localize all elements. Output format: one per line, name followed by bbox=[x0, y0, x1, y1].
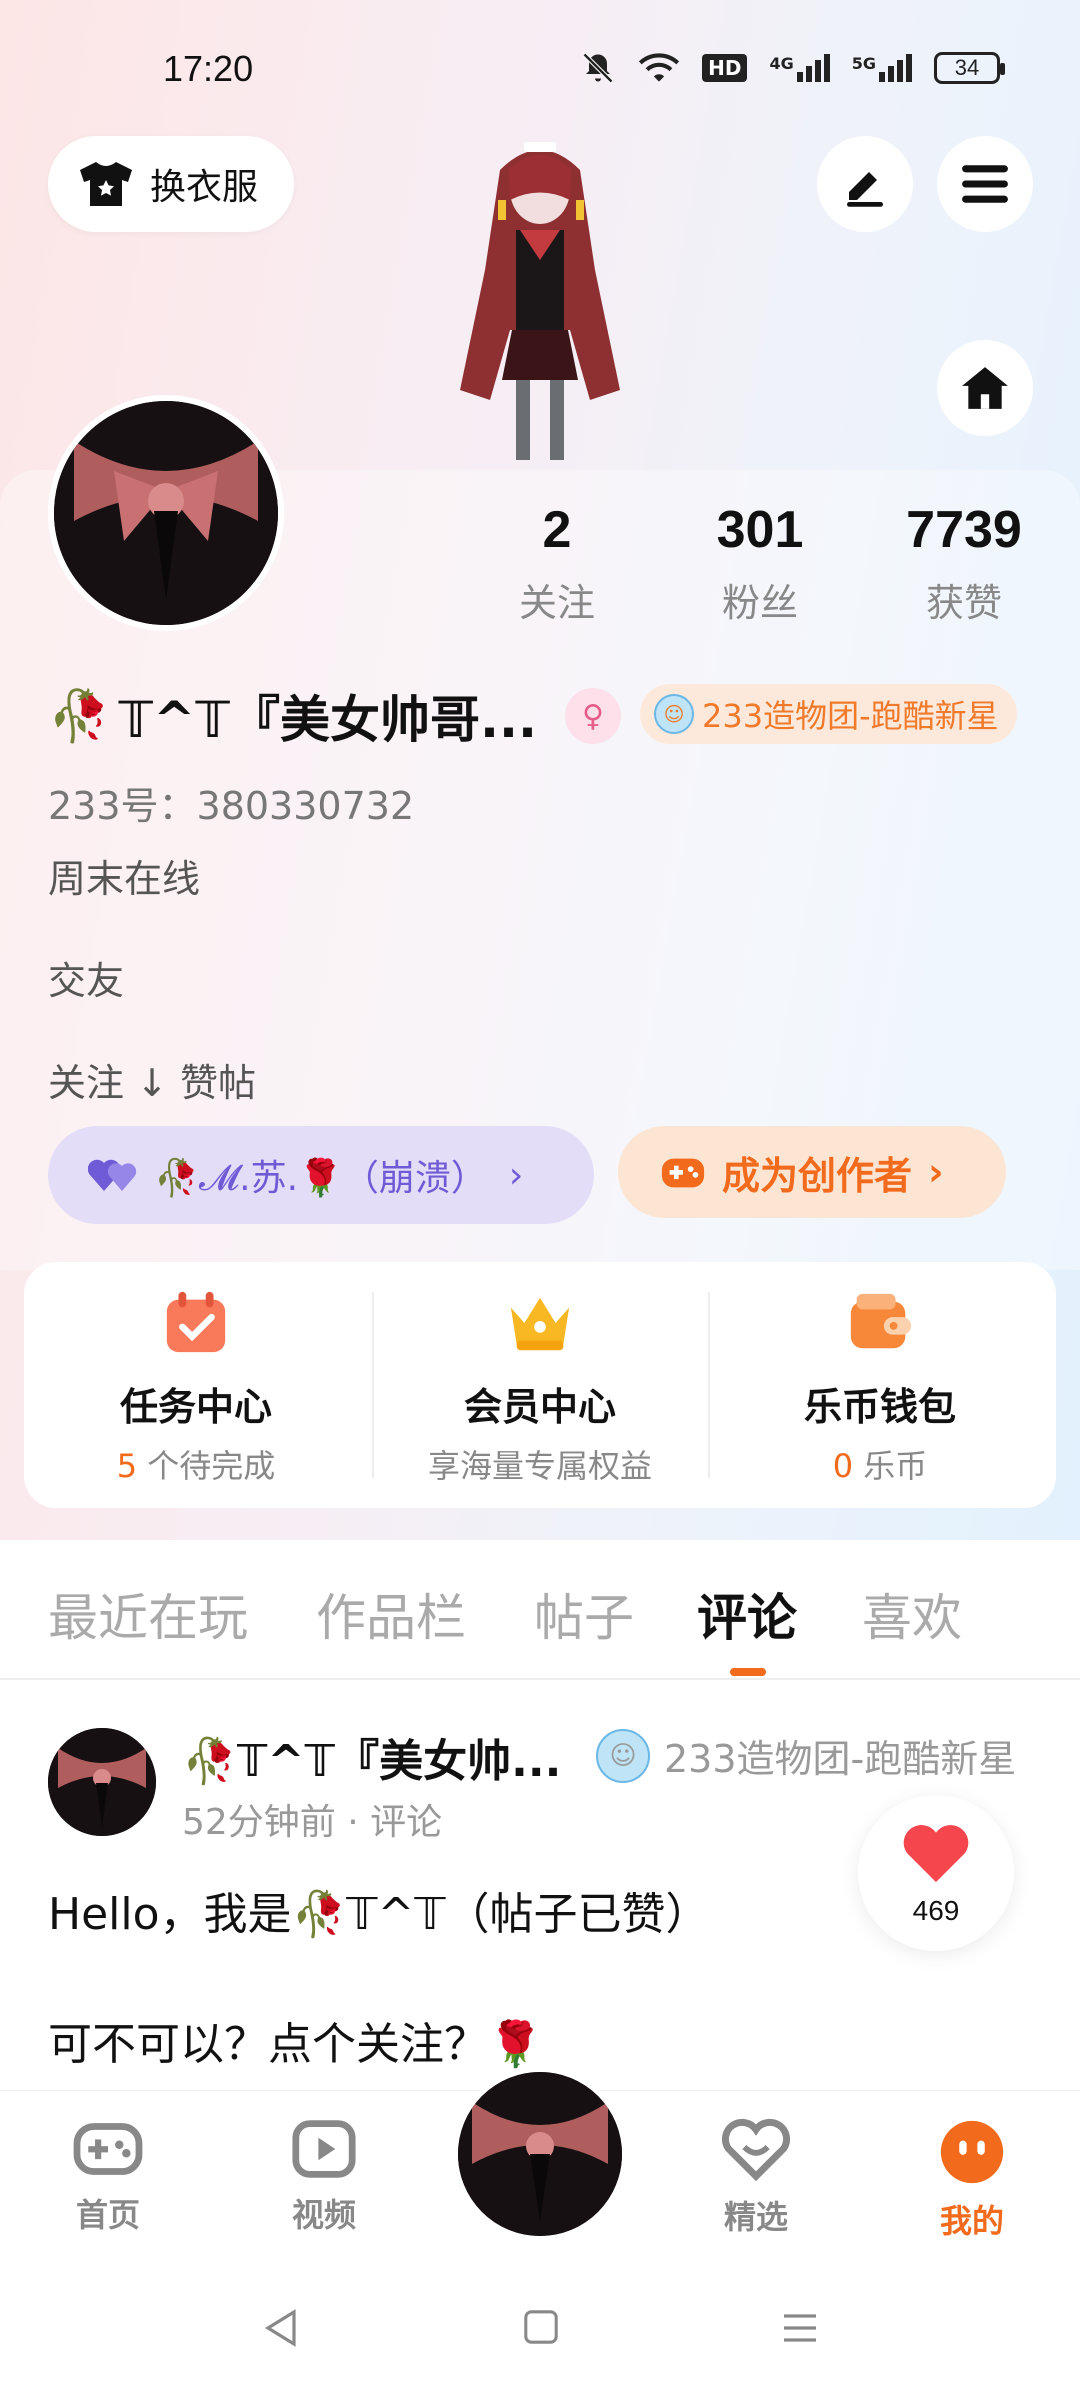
like-button[interactable]: 469 bbox=[858, 1795, 1014, 1951]
recent-apps-icon[interactable] bbox=[780, 2308, 820, 2348]
badge-avatar-icon: ☺ bbox=[596, 1728, 650, 1783]
change-outfit-button[interactable]: 换衣服 bbox=[48, 136, 294, 232]
mute-bell-icon bbox=[583, 52, 614, 84]
bio-line-1: 周末在线 bbox=[48, 857, 201, 901]
username-text: 𝕋^𝕋『美女帅哥... bbox=[118, 691, 538, 749]
tabs-divider bbox=[0, 1678, 1080, 1680]
task-center-button[interactable]: 任务中心 5 个待完成 bbox=[26, 1288, 366, 1487]
menu-button[interactable] bbox=[937, 136, 1033, 232]
heart-chat-icon bbox=[721, 2118, 791, 2182]
heart-icon bbox=[903, 1825, 969, 1883]
home-square-icon[interactable] bbox=[522, 2308, 560, 2346]
chevron-right-icon: › bbox=[928, 1150, 944, 1194]
comment-author-name[interactable]: 🥀𝕋^𝕋『美女帅... bbox=[182, 1725, 561, 1789]
comment-author-badge: ☺ 233造物团-跑酷新星 bbox=[596, 1728, 1016, 1783]
tab-comments[interactable]: 评论 bbox=[697, 1578, 797, 1650]
wallet-icon bbox=[850, 1293, 912, 1349]
back-icon[interactable] bbox=[262, 2308, 302, 2348]
nav-center-avatar[interactable] bbox=[452, 2066, 628, 2242]
nav-featured[interactable]: 精选 bbox=[686, 2118, 826, 2238]
gender-female-icon: ♀ bbox=[565, 688, 621, 744]
coin-wallet-button[interactable]: 乐币钱包 0 乐币 bbox=[710, 1288, 1050, 1487]
comment-meta: 52分钟前 · 评论 bbox=[182, 1802, 443, 1843]
status-bar: 17:20 HD 4G 5G 34 bbox=[0, 0, 1080, 130]
signal-4g-icon: 4G bbox=[769, 54, 830, 82]
chevron-right-icon: › bbox=[508, 1154, 524, 1196]
gamepad-icon bbox=[661, 1158, 705, 1188]
likes-stat[interactable]: 7739 获赞 bbox=[864, 500, 1064, 627]
pen-icon bbox=[847, 172, 883, 207]
home-icon bbox=[962, 367, 1008, 409]
username-prefix: 🥀 bbox=[48, 686, 111, 745]
shirt-icon bbox=[80, 162, 132, 206]
tab-posts[interactable]: 帖子 bbox=[534, 1578, 634, 1650]
member-center-button[interactable]: 会员中心 享海量专属权益 bbox=[370, 1288, 710, 1487]
change-outfit-label: 换衣服 bbox=[150, 167, 259, 208]
bio-line-2: 交友 bbox=[48, 959, 125, 1003]
profile-username: 🥀 𝕋^𝕋『美女帅哥... bbox=[48, 680, 537, 752]
nav-video[interactable]: 视频 bbox=[254, 2118, 394, 2236]
tab-works[interactable]: 作品栏 bbox=[316, 1578, 466, 1650]
become-creator-label: 成为创作者 bbox=[722, 1153, 913, 1198]
badge-avatar-icon: ☺ bbox=[654, 694, 694, 734]
character-avatar-figure[interactable] bbox=[420, 130, 660, 470]
tab-likes[interactable]: 喜欢 bbox=[862, 1578, 962, 1650]
user-id[interactable]: 233号：380330732 bbox=[48, 775, 414, 830]
status-time: 17:20 bbox=[163, 48, 254, 89]
signal-5g-icon: 5G bbox=[852, 54, 912, 82]
tab-recent-played[interactable]: 最近在玩 bbox=[48, 1578, 248, 1650]
hd-icon: HD bbox=[702, 54, 748, 82]
services-card: 任务中心 5 个待完成 会员中心 享海量专属权益 乐币钱包 0 乐币 bbox=[24, 1262, 1056, 1508]
nav-mine[interactable]: 我的 bbox=[902, 2118, 1042, 2242]
system-navigation-bar bbox=[0, 2270, 1080, 2400]
like-count: 469 bbox=[912, 1895, 960, 1926]
home-space-button[interactable] bbox=[937, 340, 1033, 436]
comment-text-line-1: Hello，我是🥀𝕋^𝕋（帖子已赞） bbox=[48, 1889, 710, 1940]
smile-face-icon bbox=[940, 2120, 1004, 2184]
crown-icon bbox=[510, 1297, 570, 1351]
video-icon bbox=[292, 2120, 356, 2178]
calendar-check-icon bbox=[166, 1291, 226, 1353]
become-creator-button[interactable]: 成为创作者 › bbox=[618, 1126, 1006, 1218]
wifi-icon bbox=[639, 53, 680, 82]
following-stat[interactable]: 2 关注 bbox=[457, 500, 657, 627]
bio-line-3: 关注 ↓ 赞帖 bbox=[48, 1061, 256, 1105]
creator-title-badge[interactable]: ☺ 233造物团-跑酷新星 bbox=[640, 684, 1017, 744]
comment-text-line-2: 可不可以？点个关注？🌹 bbox=[48, 2019, 543, 2070]
battery-icon: 34 bbox=[934, 52, 1005, 84]
gamepad-icon bbox=[73, 2123, 143, 2175]
bond-partner-button[interactable]: 🥀𝓜.苏.🌹（崩溃） › bbox=[48, 1126, 594, 1224]
comment-author-avatar[interactable] bbox=[48, 1728, 156, 1836]
profile-avatar[interactable] bbox=[48, 395, 284, 631]
edit-profile-button[interactable] bbox=[817, 136, 913, 232]
bond-partner-label: 🥀𝓜.苏.🌹（崩溃） bbox=[154, 1158, 487, 1199]
hamburger-menu-icon bbox=[962, 165, 1008, 203]
active-tab-indicator bbox=[730, 1668, 766, 1676]
double-heart-icon bbox=[88, 1159, 137, 1191]
nav-home[interactable]: 首页 bbox=[38, 2118, 178, 2236]
followers-stat[interactable]: 301 粉丝 bbox=[660, 500, 860, 627]
